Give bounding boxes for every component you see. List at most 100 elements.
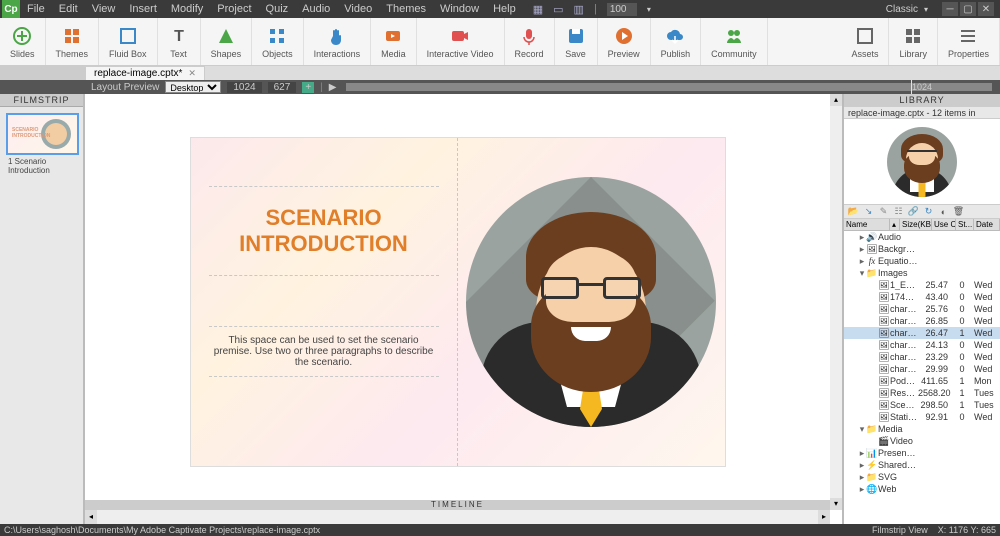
twisty-icon[interactable]: ▸	[858, 232, 866, 243]
library-item[interactable]: 🎬Video	[844, 435, 1000, 447]
assets-icon[interactable]: ▥	[574, 3, 584, 16]
twisty-icon[interactable]: ▸	[858, 448, 866, 459]
lib-usage-icon[interactable]: 🔗	[908, 206, 919, 217]
ribbon-publish[interactable]: Publish	[651, 18, 702, 65]
twisty-icon[interactable]: ▸	[858, 460, 866, 471]
vertical-scrollbar[interactable]: ▴ ▾	[830, 94, 842, 510]
horizontal-scrollbar[interactable]: ◂ ▸	[85, 510, 830, 524]
library-item[interactable]: 🖼character6...29.990Wed	[844, 363, 1000, 375]
workspace-dropdown-icon[interactable]: ▾	[924, 5, 928, 14]
breakpoint-ruler[interactable]: 1024	[346, 83, 992, 91]
ribbon-interactions[interactable]: Interactions	[304, 18, 372, 65]
minimize-button[interactable]: ─	[942, 2, 958, 16]
library-folder-media[interactable]: ▾📁Media	[844, 423, 1000, 435]
ribbon-record[interactable]: Record	[505, 18, 555, 65]
library-item[interactable]: 🖼17434-Ang...43.400Wed	[844, 291, 1000, 303]
slide-title[interactable]: SCENARIO INTRODUCTION	[209, 186, 439, 276]
tab-close-icon[interactable]: ✕	[188, 68, 196, 79]
lib-import-icon[interactable]: ↘	[863, 206, 874, 217]
slide[interactable]: SCENARIO INTRODUCTION This space can be …	[191, 138, 725, 466]
zoom-dropdown-icon[interactable]: ▾	[647, 5, 651, 14]
twisty-icon[interactable]: ▾	[858, 424, 866, 435]
ribbon-slides[interactable]: Slides	[0, 18, 46, 65]
slide-thumbnail[interactable]: SCENARIO INTRODUCTION 1 Scenario Introdu…	[6, 113, 77, 175]
twisty-icon[interactable]: ▾	[858, 268, 866, 279]
menu-edit[interactable]: Edit	[52, 3, 85, 15]
menu-view[interactable]: View	[85, 3, 123, 15]
item-date: Tues	[974, 400, 1000, 410]
workspace-mode-label[interactable]: Classic	[886, 4, 918, 15]
character-image[interactable]	[466, 177, 716, 427]
layout-icon[interactable]: ▦	[533, 3, 543, 16]
library-item[interactable]: 🖼character5...23.290Wed	[844, 351, 1000, 363]
lib-delete-icon[interactable]: 🗑	[953, 206, 964, 217]
ribbon-library[interactable]: Library	[889, 18, 938, 65]
library-item[interactable]: 🖼character3...26.471Wed	[844, 327, 1000, 339]
library-column-headers[interactable]: Name ▴ Size(KB) Use C... St... Date	[844, 219, 1000, 231]
lib-open-icon[interactable]: 📂	[848, 206, 859, 217]
menu-audio[interactable]: Audio	[295, 3, 337, 15]
lib-properties-icon[interactable]: ☷	[893, 206, 904, 217]
menu-video[interactable]: Video	[337, 3, 379, 15]
slide-body-text[interactable]: This space can be used to set the scenar…	[209, 326, 439, 377]
ribbon-media[interactable]: Media	[371, 18, 417, 65]
library-item[interactable]: 🖼1_Extende...25.470Wed	[844, 279, 1000, 291]
menu-file[interactable]: File	[20, 3, 52, 15]
zoom-input[interactable]	[607, 3, 637, 16]
library-item[interactable]: 🖼Result_BG...2568.201Tues	[844, 387, 1000, 399]
twisty-icon[interactable]: ▸	[858, 472, 866, 483]
library-item[interactable]: 🖼character...25.760Wed	[844, 303, 1000, 315]
library-folder-equations[interactable]: ▸fxEquations	[844, 255, 1000, 267]
menu-quiz[interactable]: Quiz	[259, 3, 296, 15]
library-folder-web[interactable]: ▸🌐Web	[844, 483, 1000, 495]
library-item[interactable]: 🖼Podcast_...411.651Mon	[844, 375, 1000, 387]
add-breakpoint-icon[interactable]: +	[302, 82, 314, 93]
ribbon-community[interactable]: Community	[701, 18, 768, 65]
scroll-left-icon[interactable]: ◂	[85, 510, 97, 524]
twisty-icon[interactable]: ▸	[858, 256, 866, 267]
ribbon-preview[interactable]: Preview	[598, 18, 651, 65]
maximize-button[interactable]: ▢	[960, 2, 976, 16]
library-item[interactable]: 🖼Scenario_I...298.501Tues	[844, 399, 1000, 411]
menu-window[interactable]: Window	[433, 3, 486, 15]
library-folder-backgrounds[interactable]: ▸🖼Backgrounds	[844, 243, 1000, 255]
ribbon-properties[interactable]: Properties	[938, 18, 1000, 65]
library-item[interactable]: 🖼Static_Scr...92.910Wed	[844, 411, 1000, 423]
library-item[interactable]: 🖼character4...24.130Wed	[844, 339, 1000, 351]
library-item[interactable]: 🖼character2...26.850Wed	[844, 315, 1000, 327]
library-folder-images[interactable]: ▾📁Images	[844, 267, 1000, 279]
device-select[interactable]: Desktop	[165, 81, 221, 93]
lib-edit-icon[interactable]: ✎	[878, 206, 889, 217]
scroll-up-icon[interactable]: ▴	[830, 94, 842, 106]
ribbon-fluidbox[interactable]: Fluid Box	[99, 18, 158, 65]
lib-update-icon[interactable]: ↻	[923, 206, 934, 217]
menu-insert[interactable]: Insert	[122, 3, 164, 15]
ribbon-interactive-video[interactable]: Interactive Video	[417, 18, 505, 65]
menu-themes[interactable]: Themes	[379, 3, 433, 15]
scroll-down-icon[interactable]: ▾	[830, 498, 842, 510]
timeline-panel-header[interactable]: TIMELINE	[85, 500, 830, 510]
twisty-icon[interactable]: ▸	[858, 484, 866, 495]
lib-select-unused-icon[interactable]: ◐	[938, 206, 949, 217]
library-folder-svg[interactable]: ▸📁SVG	[844, 471, 1000, 483]
item-type-icon: 🖼	[878, 304, 890, 315]
menu-help[interactable]: Help	[486, 3, 523, 15]
twisty-icon[interactable]: ▸	[858, 244, 866, 255]
library-folder-audio[interactable]: ▸🔊Audio	[844, 231, 1000, 243]
ribbon-shapes[interactable]: Shapes	[201, 18, 253, 65]
play-icon[interactable]: ▶	[329, 82, 337, 93]
menu-modify[interactable]: Modify	[164, 3, 210, 15]
ribbon-themes[interactable]: Themes	[46, 18, 100, 65]
menu-project[interactable]: Project	[210, 3, 258, 15]
ribbon-save[interactable]: Save	[555, 18, 598, 65]
close-button[interactable]: ✕	[978, 2, 994, 16]
ribbon-assets[interactable]: Assets	[841, 18, 889, 65]
scroll-right-icon[interactable]: ▸	[818, 510, 830, 524]
library-folder-shared-actions[interactable]: ▸⚡Shared Actions	[844, 459, 1000, 471]
ribbon-objects[interactable]: Objects	[252, 18, 304, 65]
document-tab[interactable]: replace-image.cptx* ✕	[85, 66, 205, 80]
device-icon[interactable]: ▭	[553, 3, 563, 16]
library-folder-presentations[interactable]: ▸📊Presentations	[844, 447, 1000, 459]
library-tree[interactable]: ▸🔊Audio▸🖼Backgrounds▸fxEquations▾📁Images…	[844, 231, 1000, 524]
ribbon-text[interactable]: TText	[158, 18, 201, 65]
